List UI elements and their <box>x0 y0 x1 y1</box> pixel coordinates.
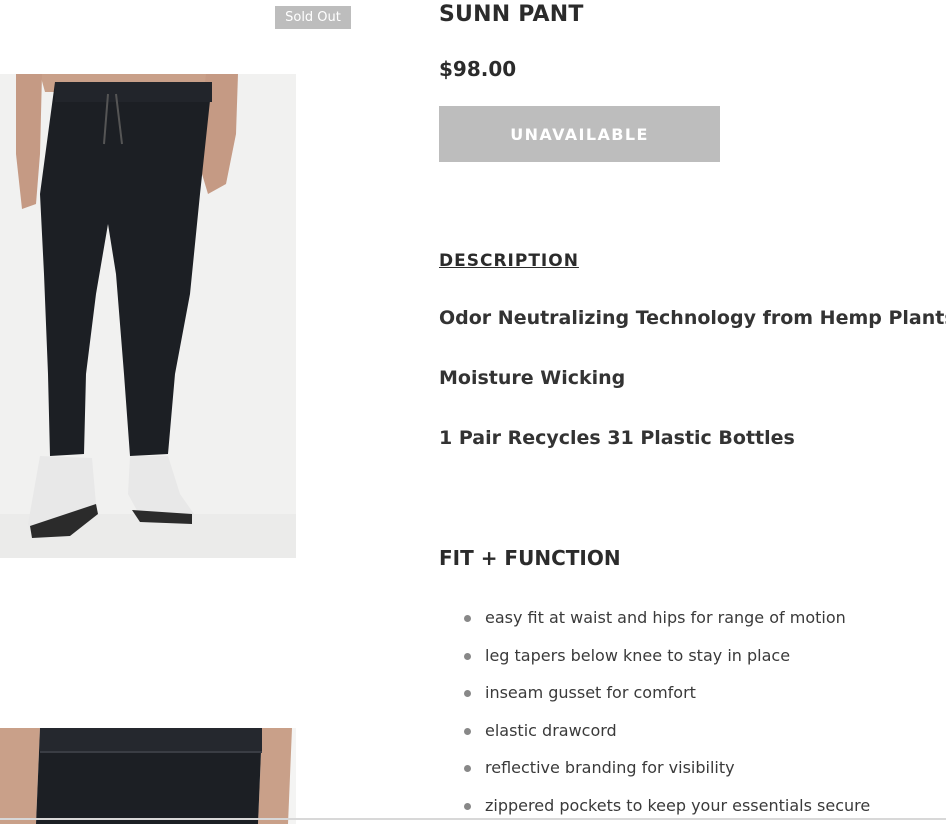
fit-function-heading: FIT + FUNCTION <box>439 546 621 570</box>
list-item-text: reflective branding for visibility <box>485 758 735 777</box>
list-item-text: elastic drawcord <box>485 721 617 740</box>
list-item: leg tapers below knee to stay in place <box>464 644 870 682</box>
bullet-icon <box>464 690 471 697</box>
list-item-text: inseam gusset for comfort <box>485 683 696 702</box>
bullet-icon <box>464 653 471 660</box>
bullet-icon <box>464 803 471 810</box>
product-photo-detail[interactable] <box>0 728 296 824</box>
product-title: SUNN PANT <box>439 2 584 27</box>
list-item: inseam gusset for comfort <box>464 681 870 719</box>
bullet-icon <box>464 765 471 772</box>
list-item: reflective branding for visibility <box>464 756 870 794</box>
description-feature: Odor Neutralizing Technology from Hemp P… <box>439 307 946 329</box>
description-feature: 1 Pair Recycles 31 Plastic Bottles <box>439 427 795 449</box>
list-item: easy fit at waist and hips for range of … <box>464 606 870 644</box>
list-item-text: easy fit at waist and hips for range of … <box>485 608 846 627</box>
sold-out-badge: Sold Out <box>275 6 351 29</box>
description-heading[interactable]: DESCRIPTION <box>439 251 579 271</box>
product-photo-main[interactable] <box>0 74 296 558</box>
product-price: $98.00 <box>439 57 516 81</box>
bullet-icon <box>464 728 471 735</box>
divider <box>0 818 946 820</box>
list-item-text: leg tapers below knee to stay in place <box>485 646 790 665</box>
list-item: elastic drawcord <box>464 719 870 757</box>
description-feature: Moisture Wicking <box>439 367 625 389</box>
fit-function-list: easy fit at waist and hips for range of … <box>464 606 870 831</box>
bullet-icon <box>464 615 471 622</box>
list-item-text: zippered pockets to keep your essentials… <box>485 796 870 815</box>
unavailable-button[interactable]: UNAVAILABLE <box>439 106 720 162</box>
list-item: zippered pockets to keep your essentials… <box>464 794 870 831</box>
